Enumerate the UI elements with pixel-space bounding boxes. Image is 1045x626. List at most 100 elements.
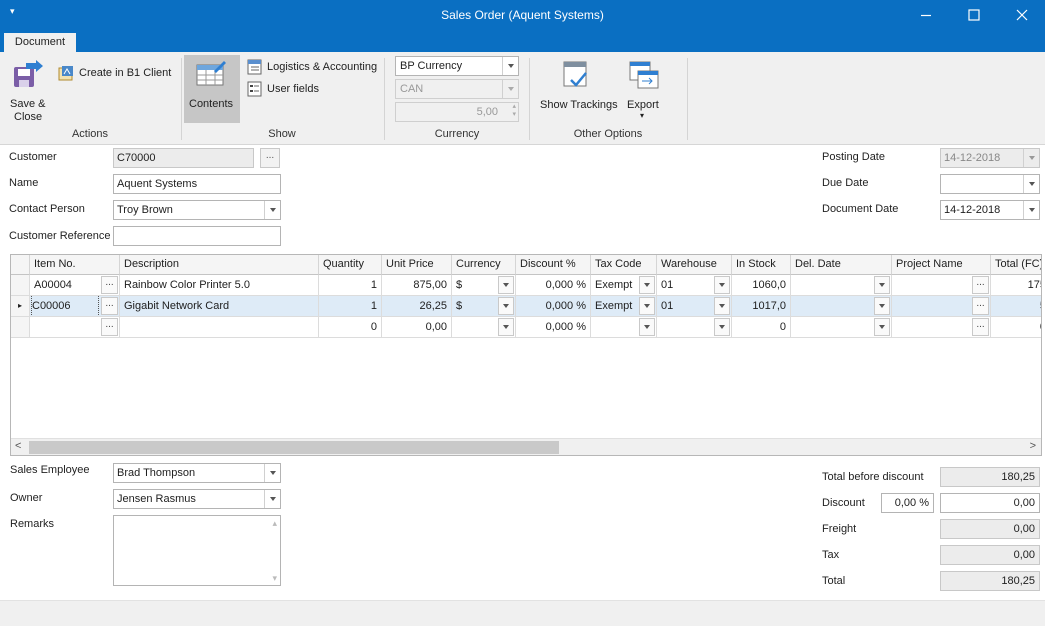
project-lookup-button[interactable]: ... bbox=[972, 276, 989, 294]
table-cell-item-no[interactable]: C00006... bbox=[30, 296, 120, 317]
customer-lookup-button[interactable]: ... bbox=[260, 148, 280, 168]
row-header[interactable] bbox=[11, 317, 30, 338]
table-cell-description[interactable] bbox=[120, 317, 319, 338]
scrollbar-thumb[interactable] bbox=[29, 441, 559, 454]
create-in-b1-button[interactable]: Create in B1 Client bbox=[58, 65, 178, 83]
chevron-down-icon[interactable] bbox=[714, 276, 730, 294]
table-cell-del-date[interactable] bbox=[791, 296, 892, 317]
column-header-quantity[interactable]: Quantity bbox=[319, 255, 382, 275]
column-header-in-stock[interactable]: In Stock bbox=[732, 255, 791, 275]
table-cell-tax-code[interactable]: Exempt bbox=[591, 275, 657, 296]
customer-reference-field[interactable] bbox=[113, 226, 281, 246]
document-date-field[interactable]: 14-12-2018 bbox=[940, 200, 1040, 220]
user-fields-button[interactable]: User fields bbox=[247, 81, 379, 98]
item-lookup-button[interactable]: ... bbox=[101, 297, 118, 315]
table-cell-in-stock[interactable]: 1060,0 bbox=[732, 275, 791, 296]
show-trackings-button[interactable]: Show Trackings bbox=[537, 56, 619, 124]
chevron-down-icon[interactable] bbox=[264, 464, 280, 482]
column-header-warehouse[interactable]: Warehouse bbox=[657, 255, 732, 275]
chevron-down-icon[interactable] bbox=[1023, 201, 1039, 219]
table-cell-total-fc[interactable]: 175 bbox=[991, 275, 1041, 296]
logistics-accounting-button[interactable]: Logistics & Accounting bbox=[247, 59, 379, 76]
table-cell-project-name[interactable]: ... bbox=[892, 275, 991, 296]
column-header-discount[interactable]: Discount % bbox=[516, 255, 591, 275]
export-dropdown-icon[interactable]: ▾ bbox=[640, 109, 644, 122]
remarks-textarea[interactable]: ▴ ▾ bbox=[113, 515, 281, 586]
chevron-down-icon[interactable] bbox=[498, 276, 514, 294]
table-cell-item-no[interactable]: ... bbox=[30, 317, 120, 338]
chevron-down-icon[interactable] bbox=[714, 318, 730, 336]
table-cell-tax-code[interactable]: Exempt bbox=[591, 296, 657, 317]
row-header[interactable] bbox=[11, 275, 30, 296]
chevron-down-icon[interactable] bbox=[714, 297, 730, 315]
name-field[interactable]: Aquent Systems bbox=[113, 174, 281, 194]
contact-person-select[interactable]: Troy Brown bbox=[113, 200, 281, 220]
table-cell-discount[interactable]: 0,000 % bbox=[516, 317, 591, 338]
currency-type-select[interactable]: BP Currency bbox=[395, 56, 519, 76]
table-cell-total-fc[interactable]: 0 bbox=[991, 317, 1041, 338]
chevron-down-icon[interactable] bbox=[639, 276, 655, 294]
save-close-button[interactable]: Save & Close bbox=[6, 56, 50, 124]
column-header-currency[interactable]: Currency bbox=[452, 255, 516, 275]
chevron-down-icon[interactable] bbox=[874, 297, 890, 315]
column-header-project-name[interactable]: Project Name bbox=[892, 255, 991, 275]
column-header-del-date[interactable]: Del. Date bbox=[791, 255, 892, 275]
scroll-down-icon[interactable]: ▾ bbox=[272, 573, 277, 583]
freight-field[interactable]: 0,00 bbox=[940, 519, 1040, 539]
project-lookup-button[interactable]: ... bbox=[972, 318, 989, 336]
close-button[interactable] bbox=[999, 0, 1045, 30]
sales-employee-select[interactable]: Brad Thompson bbox=[113, 463, 281, 483]
table-cell-in-stock[interactable]: 0 bbox=[732, 317, 791, 338]
contents-button[interactable]: Contents bbox=[184, 55, 240, 123]
tab-document[interactable]: Document bbox=[4, 33, 76, 52]
maximize-button[interactable] bbox=[951, 0, 997, 30]
table-cell-project-name[interactable]: ... bbox=[892, 296, 991, 317]
due-date-field[interactable] bbox=[940, 174, 1040, 194]
table-cell-currency[interactable]: $ bbox=[452, 275, 516, 296]
table-cell-project-name[interactable]: ... bbox=[892, 317, 991, 338]
chevron-down-icon[interactable] bbox=[264, 490, 280, 508]
table-cell-unit-price[interactable]: 0,00 bbox=[382, 317, 452, 338]
table-cell-tax-code[interactable] bbox=[591, 317, 657, 338]
export-button[interactable]: Export ▾ bbox=[623, 56, 665, 126]
project-lookup-button[interactable]: ... bbox=[972, 297, 989, 315]
table-cell-warehouse[interactable] bbox=[657, 317, 732, 338]
owner-select[interactable]: Jensen Rasmus bbox=[113, 489, 281, 509]
table-cell-unit-price[interactable]: 875,00 bbox=[382, 275, 452, 296]
table-cell-warehouse[interactable]: 01 bbox=[657, 296, 732, 317]
customer-field[interactable]: C70000 bbox=[113, 148, 254, 168]
table-cell-total-fc[interactable]: 5 bbox=[991, 296, 1041, 317]
table-cell-quantity[interactable]: 1 bbox=[319, 275, 382, 296]
table-cell-description[interactable]: Gigabit Network Card bbox=[120, 296, 319, 317]
scroll-left-icon[interactable]: < bbox=[15, 440, 21, 452]
horizontal-scrollbar[interactable]: < > bbox=[11, 438, 1041, 455]
row-indicator-icon[interactable]: ▸ bbox=[11, 296, 30, 317]
scroll-right-icon[interactable]: > bbox=[1030, 440, 1036, 452]
table-cell-unit-price[interactable]: 26,25 bbox=[382, 296, 452, 317]
table-cell-in-stock[interactable]: 1017,0 bbox=[732, 296, 791, 317]
chevron-down-icon[interactable] bbox=[639, 297, 655, 315]
line-items-grid[interactable]: Item No. Description Quantity Unit Price… bbox=[10, 254, 1042, 456]
chevron-down-icon[interactable] bbox=[264, 201, 280, 219]
item-lookup-button[interactable]: ... bbox=[101, 318, 118, 336]
column-header-item-no[interactable]: Item No. bbox=[30, 255, 120, 275]
table-cell-discount[interactable]: 0,000 % bbox=[516, 275, 591, 296]
table-cell-quantity[interactable]: 0 bbox=[319, 317, 382, 338]
chevron-down-icon[interactable] bbox=[639, 318, 655, 336]
chevron-down-icon[interactable] bbox=[498, 297, 514, 315]
table-cell-quantity[interactable]: 1 bbox=[319, 296, 382, 317]
scroll-up-icon[interactable]: ▴ bbox=[272, 518, 277, 528]
chevron-down-icon[interactable] bbox=[874, 318, 890, 336]
discount-percent-field[interactable]: 0,00 % bbox=[881, 493, 934, 513]
table-cell-del-date[interactable] bbox=[791, 275, 892, 296]
column-header-total-fc[interactable]: Total (FC) bbox=[991, 255, 1041, 275]
chevron-down-icon[interactable] bbox=[874, 276, 890, 294]
table-cell-currency[interactable]: $ bbox=[452, 296, 516, 317]
column-header-description[interactable]: Description bbox=[120, 255, 319, 275]
table-cell-currency[interactable] bbox=[452, 317, 516, 338]
discount-amount-field[interactable]: 0,00 bbox=[940, 493, 1040, 513]
chevron-down-icon[interactable] bbox=[498, 318, 514, 336]
chevron-down-icon[interactable] bbox=[502, 57, 518, 75]
column-header-tax-code[interactable]: Tax Code bbox=[591, 255, 657, 275]
table-cell-description[interactable]: Rainbow Color Printer 5.0 bbox=[120, 275, 319, 296]
